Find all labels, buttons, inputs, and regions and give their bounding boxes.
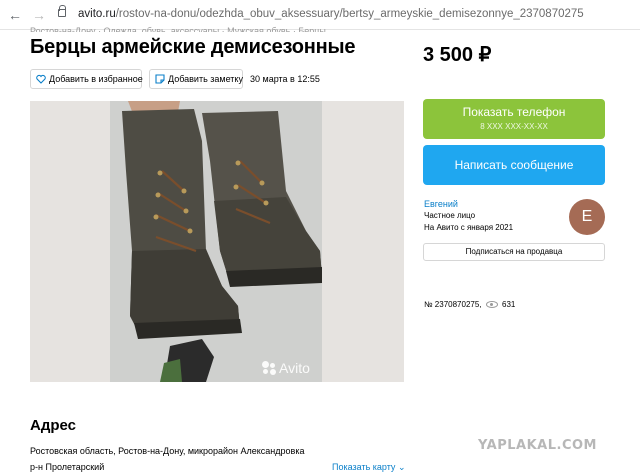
- address-line: Ростовская область, Ростов-на-Дону, микр…: [30, 446, 305, 456]
- show-phone-label: Показать телефон: [462, 105, 566, 119]
- show-map-link[interactable]: Показать карту ⌄: [332, 462, 406, 473]
- boots-image: [110, 101, 322, 382]
- address-bar[interactable]: avito.ru/rostov-na-donu/odezhda_obuv_aks…: [78, 8, 584, 20]
- chevron-down-icon: ⌄: [397, 462, 406, 472]
- eye-icon: [486, 301, 498, 308]
- avito-watermark: Avito: [262, 360, 310, 376]
- address-heading: Адрес: [30, 417, 77, 434]
- photo-main: [110, 101, 322, 382]
- site-watermark: YAPLAKAL.COM: [478, 438, 597, 453]
- listing-title: Берцы армейские демисезонные: [30, 36, 356, 58]
- add-to-favorites-button[interactable]: Добавить в избранное: [30, 69, 143, 89]
- add-note-button[interactable]: Добавить заметку: [149, 69, 243, 89]
- back-arrow-icon[interactable]: ←: [6, 6, 24, 24]
- show-map-label: Показать карту: [332, 462, 396, 472]
- photo-side-right: [322, 101, 404, 382]
- district-line: р-н Пролетарский: [30, 462, 105, 472]
- seller-avatar[interactable]: Е: [569, 199, 605, 235]
- ad-number: № 2370870275,: [424, 300, 482, 309]
- avito-watermark-text: Avito: [279, 360, 310, 376]
- seller-type: Частное лицо: [424, 211, 476, 220]
- forward-arrow-icon[interactable]: →: [30, 6, 48, 24]
- breadcrumb[interactable]: Ростов-на-Дону · Одежда, обувь, аксессуа…: [30, 24, 326, 32]
- seller-name-link[interactable]: Евгений: [424, 199, 458, 209]
- listing-price: 3 500 ₽: [423, 44, 492, 66]
- add-note-label: Добавить заметку: [168, 74, 243, 84]
- add-to-favorites-label: Добавить в избранное: [49, 74, 143, 84]
- write-message-button[interactable]: Написать сообщение: [423, 145, 605, 185]
- show-phone-button[interactable]: Показать телефон 8 XXX XXX-XX-XX: [423, 99, 605, 139]
- lock-icon[interactable]: [58, 5, 66, 17]
- masked-phone-number: 8 XXX XXX-XX-XX: [480, 122, 548, 131]
- photo-side-left: [30, 101, 110, 382]
- avito-logo-icon: [262, 361, 276, 375]
- subscribe-seller-button[interactable]: Подписаться на продавца: [423, 243, 605, 261]
- heart-icon: [36, 74, 46, 84]
- url-domain: avito.ru: [78, 8, 116, 20]
- seller-since: На Авито с января 2021: [424, 223, 514, 232]
- url-path: /rostov-na-donu/odezhda_obuv_aksessuary/…: [115, 8, 584, 20]
- listing-photo[interactable]: Avito: [30, 101, 404, 382]
- note-icon: [155, 74, 165, 84]
- publish-date: 30 марта в 12:55: [250, 74, 320, 84]
- view-count: 631: [502, 300, 516, 309]
